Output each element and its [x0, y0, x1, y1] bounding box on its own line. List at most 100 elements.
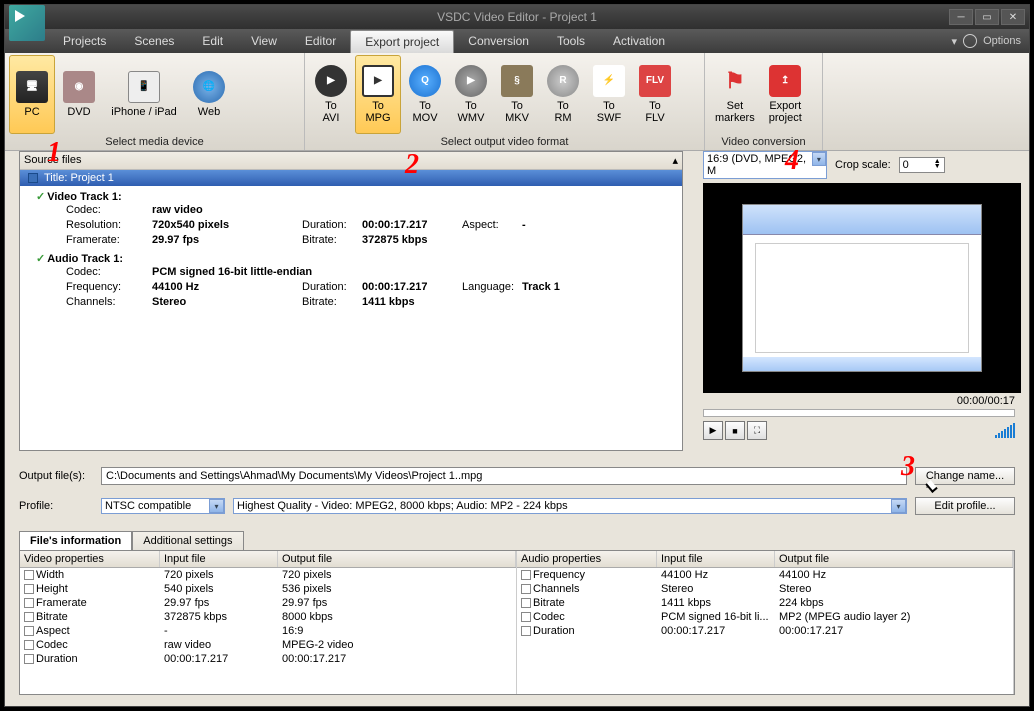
- format-mpg-button[interactable]: ▶To MPG: [355, 55, 401, 134]
- seek-bar[interactable]: [703, 409, 1015, 417]
- annotation-1: 1: [47, 137, 61, 169]
- menu-activation[interactable]: Activation: [599, 30, 679, 52]
- crop-scale-input[interactable]: 0▲▼: [899, 157, 945, 173]
- mouse-cursor: ↖: [925, 481, 939, 499]
- menu-conversion[interactable]: Conversion: [454, 30, 543, 52]
- options-link[interactable]: Options: [983, 35, 1021, 47]
- tab-additional-settings[interactable]: Additional settings: [132, 531, 243, 550]
- check-icon: ✓: [36, 253, 45, 265]
- chevron-down-icon: ▾: [209, 499, 224, 513]
- output-file-label: Output file(s):: [19, 470, 93, 482]
- property-row: Bitrate372875 kbps8000 kbps: [20, 610, 516, 624]
- property-row: Duration00:00:17.21700:00:17.217: [517, 624, 1013, 638]
- volume-indicator[interactable]: [995, 423, 1015, 438]
- preview-panel: 16:9 (DVD, MPEG2, M▾ Crop scale: 0▲▼ 00:…: [703, 151, 1015, 440]
- mov-icon: Q: [409, 65, 441, 97]
- format-mkv-button[interactable]: §To MKV: [495, 55, 539, 134]
- format-mov-button[interactable]: QTo MOV: [403, 55, 447, 134]
- fullscreen-button[interactable]: ⛶: [747, 421, 767, 440]
- edit-profile-button[interactable]: Edit profile...: [915, 497, 1015, 515]
- chevron-down-icon: ▾: [891, 499, 906, 513]
- profile-select[interactable]: NTSC compatible▾: [101, 498, 225, 514]
- format-avi-button[interactable]: ▶To AVI: [309, 55, 353, 134]
- tab-file-info[interactable]: File's information: [19, 531, 132, 550]
- avi-icon: ▶: [315, 65, 347, 97]
- checkbox[interactable]: [24, 598, 34, 608]
- crop-scale-label: Crop scale:: [835, 159, 891, 171]
- profile-label: Profile:: [19, 500, 93, 512]
- time-display: 00:00/00:17: [703, 393, 1015, 409]
- property-row: Aspect-16:9: [20, 624, 516, 638]
- annotation-4: 4: [785, 145, 799, 177]
- format-flv-button[interactable]: FLVTo FLV: [633, 55, 677, 134]
- property-row: Width720 pixels720 pixels: [20, 568, 516, 582]
- menu-edit[interactable]: Edit: [188, 30, 237, 52]
- stop-button[interactable]: ■: [725, 421, 745, 440]
- quality-select[interactable]: Highest Quality - Video: MPEG2, 8000 kbp…: [233, 498, 907, 514]
- property-row: ChannelsStereoStereo: [517, 582, 1013, 596]
- annotation-2: 2: [405, 149, 419, 181]
- checkbox[interactable]: [521, 570, 531, 580]
- menu-export-project[interactable]: Export project: [350, 30, 454, 53]
- menu-view[interactable]: View: [237, 30, 291, 52]
- set-markers-button[interactable]: ⚑Set markers: [709, 55, 761, 134]
- checkbox[interactable]: [24, 626, 34, 636]
- device-web-button[interactable]: 🌐Web: [187, 55, 231, 134]
- gear-icon[interactable]: [963, 34, 977, 48]
- checkbox[interactable]: [521, 598, 531, 608]
- audio-properties-column: Audio propertiesInput fileOutput file Fr…: [517, 551, 1014, 694]
- aspect-ratio-select[interactable]: 16:9 (DVD, MPEG2, M▾: [703, 151, 827, 179]
- checkbox[interactable]: [24, 640, 34, 650]
- window-controls: ─ ▭ ✕: [949, 9, 1025, 25]
- source-files-panel: Source files▴ Title: Project 1 ✓Video Tr…: [19, 151, 683, 451]
- device-dvd-button[interactable]: ◉DVD: [57, 55, 101, 134]
- swf-icon: ⚡: [593, 65, 625, 97]
- dropdown-icon[interactable]: ▾: [952, 35, 958, 48]
- format-rm-button[interactable]: RTo RM: [541, 55, 585, 134]
- checkbox[interactable]: [24, 654, 34, 664]
- project-icon: [28, 173, 38, 183]
- checkbox[interactable]: [521, 612, 531, 622]
- property-row: Framerate29.97 fps29.97 fps: [20, 596, 516, 610]
- menu-editor[interactable]: Editor: [291, 30, 350, 52]
- checkbox[interactable]: [24, 584, 34, 594]
- menu-projects[interactable]: Projects: [49, 30, 120, 52]
- property-row: Codecraw videoMPEG-2 video: [20, 638, 516, 652]
- ribbon-group-label: Select output video format: [309, 134, 700, 149]
- property-row: Height540 pixels536 pixels: [20, 582, 516, 596]
- ribbon: 🖥PC ◉DVD 📱iPhone / iPad 🌐Web Select medi…: [5, 53, 1029, 151]
- project-title-row[interactable]: Title: Project 1: [20, 170, 682, 186]
- checkbox[interactable]: [24, 570, 34, 580]
- web-icon: 🌐: [193, 71, 225, 103]
- flag-icon: ⚑: [719, 65, 751, 97]
- output-file-path[interactable]: C:\Documents and Settings\Ahmad\My Docum…: [101, 467, 907, 485]
- mpg-icon: ▶: [362, 65, 394, 97]
- collapse-icon[interactable]: ▴: [672, 154, 678, 167]
- format-swf-button[interactable]: ⚡To SWF: [587, 55, 631, 134]
- checkbox[interactable]: [24, 612, 34, 622]
- checkbox[interactable]: [521, 626, 531, 636]
- video-preview: [703, 183, 1021, 393]
- minimize-button[interactable]: ─: [949, 9, 973, 25]
- close-button[interactable]: ✕: [1001, 9, 1025, 25]
- app-logo-icon: [9, 5, 45, 41]
- play-button[interactable]: ▶: [703, 421, 723, 440]
- device-iphone-button[interactable]: 📱iPhone / iPad: [103, 55, 185, 134]
- format-wmv-button[interactable]: ▶To WMV: [449, 55, 493, 134]
- menu-tools[interactable]: Tools: [543, 30, 599, 52]
- menubar: Projects Scenes Edit View Editor Export …: [5, 29, 1029, 53]
- flv-icon: FLV: [639, 65, 671, 97]
- maximize-button[interactable]: ▭: [975, 9, 999, 25]
- property-row: Duration00:00:17.21700:00:17.217: [20, 652, 516, 666]
- pc-icon: 🖥: [16, 71, 48, 103]
- menu-scenes[interactable]: Scenes: [120, 30, 188, 52]
- property-row: Frequency44100 Hz44100 Hz: [517, 568, 1013, 582]
- export-project-button[interactable]: ↥Export project: [763, 55, 808, 134]
- app-window: VSDC Video Editor - Project 1 ─ ▭ ✕ Proj…: [4, 4, 1030, 707]
- checkbox[interactable]: [521, 584, 531, 594]
- ribbon-group-label: Video conversion: [709, 134, 818, 149]
- annotation-3: 3: [901, 451, 915, 483]
- chevron-down-icon: ▾: [812, 152, 826, 166]
- video-properties-column: Video propertiesInput fileOutput file Wi…: [20, 551, 517, 694]
- device-pc-button[interactable]: 🖥PC: [9, 55, 55, 134]
